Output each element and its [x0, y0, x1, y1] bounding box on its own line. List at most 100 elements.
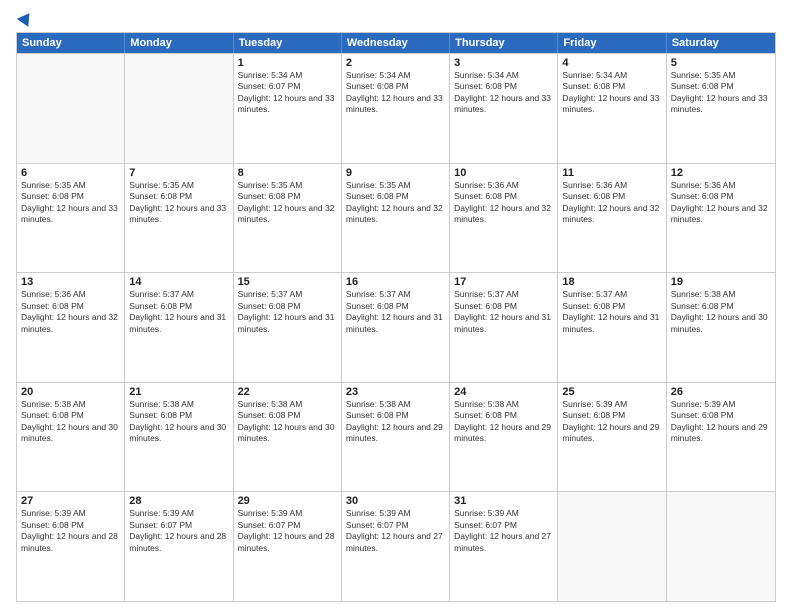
cal-cell: 8Sunrise: 5:35 AMSunset: 6:08 PMDaylight… [234, 164, 342, 273]
cell-info: Sunrise: 5:38 AMSunset: 6:08 PMDaylight:… [129, 399, 228, 445]
cell-info: Sunrise: 5:35 AMSunset: 6:08 PMDaylight:… [129, 180, 228, 226]
page: SundayMondayTuesdayWednesdayThursdayFrid… [0, 0, 792, 612]
cal-header-sunday: Sunday [17, 33, 125, 53]
cell-info: Sunrise: 5:36 AMSunset: 6:08 PMDaylight:… [562, 180, 661, 226]
cal-header-wednesday: Wednesday [342, 33, 450, 53]
cal-cell [17, 54, 125, 163]
cell-info: Sunrise: 5:36 AMSunset: 6:08 PMDaylight:… [21, 289, 120, 335]
day-number: 19 [671, 276, 771, 288]
cal-cell: 27Sunrise: 5:39 AMSunset: 6:08 PMDayligh… [17, 492, 125, 601]
cal-header-saturday: Saturday [667, 33, 775, 53]
cal-cell: 30Sunrise: 5:39 AMSunset: 6:07 PMDayligh… [342, 492, 450, 601]
day-number: 8 [238, 167, 337, 179]
cal-cell: 24Sunrise: 5:38 AMSunset: 6:08 PMDayligh… [450, 383, 558, 492]
cell-info: Sunrise: 5:38 AMSunset: 6:08 PMDaylight:… [454, 399, 553, 445]
cal-cell: 13Sunrise: 5:36 AMSunset: 6:08 PMDayligh… [17, 273, 125, 382]
cal-cell: 15Sunrise: 5:37 AMSunset: 6:08 PMDayligh… [234, 273, 342, 382]
day-number: 5 [671, 57, 771, 69]
cell-info: Sunrise: 5:37 AMSunset: 6:08 PMDaylight:… [346, 289, 445, 335]
cell-info: Sunrise: 5:36 AMSunset: 6:08 PMDaylight:… [454, 180, 553, 226]
cell-info: Sunrise: 5:39 AMSunset: 6:07 PMDaylight:… [129, 508, 228, 554]
cal-cell: 14Sunrise: 5:37 AMSunset: 6:08 PMDayligh… [125, 273, 233, 382]
day-number: 30 [346, 495, 445, 507]
day-number: 7 [129, 167, 228, 179]
day-number: 25 [562, 386, 661, 398]
cal-cell: 25Sunrise: 5:39 AMSunset: 6:08 PMDayligh… [558, 383, 666, 492]
day-number: 15 [238, 276, 337, 288]
cal-cell: 1Sunrise: 5:34 AMSunset: 6:07 PMDaylight… [234, 54, 342, 163]
day-number: 20 [21, 386, 120, 398]
cal-cell: 22Sunrise: 5:38 AMSunset: 6:08 PMDayligh… [234, 383, 342, 492]
day-number: 17 [454, 276, 553, 288]
cell-info: Sunrise: 5:34 AMSunset: 6:08 PMDaylight:… [454, 70, 553, 116]
calendar: SundayMondayTuesdayWednesdayThursdayFrid… [16, 32, 776, 602]
cal-cell [558, 492, 666, 601]
calendar-body: 1Sunrise: 5:34 AMSunset: 6:07 PMDaylight… [17, 53, 775, 601]
cal-cell: 2Sunrise: 5:34 AMSunset: 6:08 PMDaylight… [342, 54, 450, 163]
cal-cell: 20Sunrise: 5:38 AMSunset: 6:08 PMDayligh… [17, 383, 125, 492]
cal-cell: 6Sunrise: 5:35 AMSunset: 6:08 PMDaylight… [17, 164, 125, 273]
cal-cell: 16Sunrise: 5:37 AMSunset: 6:08 PMDayligh… [342, 273, 450, 382]
cal-week-3: 13Sunrise: 5:36 AMSunset: 6:08 PMDayligh… [17, 272, 775, 382]
day-number: 16 [346, 276, 445, 288]
day-number: 11 [562, 167, 661, 179]
cal-week-2: 6Sunrise: 5:35 AMSunset: 6:08 PMDaylight… [17, 163, 775, 273]
cal-week-4: 20Sunrise: 5:38 AMSunset: 6:08 PMDayligh… [17, 382, 775, 492]
cell-info: Sunrise: 5:37 AMSunset: 6:08 PMDaylight:… [562, 289, 661, 335]
cell-info: Sunrise: 5:39 AMSunset: 6:08 PMDaylight:… [562, 399, 661, 445]
cell-info: Sunrise: 5:38 AMSunset: 6:08 PMDaylight:… [346, 399, 445, 445]
day-number: 10 [454, 167, 553, 179]
cal-cell: 26Sunrise: 5:39 AMSunset: 6:08 PMDayligh… [667, 383, 775, 492]
cal-cell [125, 54, 233, 163]
cell-info: Sunrise: 5:38 AMSunset: 6:08 PMDaylight:… [238, 399, 337, 445]
day-number: 23 [346, 386, 445, 398]
cal-cell: 7Sunrise: 5:35 AMSunset: 6:08 PMDaylight… [125, 164, 233, 273]
cal-cell: 9Sunrise: 5:35 AMSunset: 6:08 PMDaylight… [342, 164, 450, 273]
cell-info: Sunrise: 5:37 AMSunset: 6:08 PMDaylight:… [454, 289, 553, 335]
day-number: 1 [238, 57, 337, 69]
day-number: 14 [129, 276, 228, 288]
calendar-header-row: SundayMondayTuesdayWednesdayThursdayFrid… [17, 33, 775, 53]
cell-info: Sunrise: 5:35 AMSunset: 6:08 PMDaylight:… [21, 180, 120, 226]
cal-cell: 21Sunrise: 5:38 AMSunset: 6:08 PMDayligh… [125, 383, 233, 492]
day-number: 4 [562, 57, 661, 69]
cal-cell: 4Sunrise: 5:34 AMSunset: 6:08 PMDaylight… [558, 54, 666, 163]
cal-week-1: 1Sunrise: 5:34 AMSunset: 6:07 PMDaylight… [17, 53, 775, 163]
day-number: 9 [346, 167, 445, 179]
cal-cell: 29Sunrise: 5:39 AMSunset: 6:07 PMDayligh… [234, 492, 342, 601]
cal-header-monday: Monday [125, 33, 233, 53]
cal-cell: 17Sunrise: 5:37 AMSunset: 6:08 PMDayligh… [450, 273, 558, 382]
cal-cell: 10Sunrise: 5:36 AMSunset: 6:08 PMDayligh… [450, 164, 558, 273]
cell-info: Sunrise: 5:34 AMSunset: 6:08 PMDaylight:… [562, 70, 661, 116]
cal-week-5: 27Sunrise: 5:39 AMSunset: 6:08 PMDayligh… [17, 491, 775, 601]
day-number: 27 [21, 495, 120, 507]
cal-cell: 11Sunrise: 5:36 AMSunset: 6:08 PMDayligh… [558, 164, 666, 273]
day-number: 2 [346, 57, 445, 69]
cell-info: Sunrise: 5:34 AMSunset: 6:07 PMDaylight:… [238, 70, 337, 116]
cell-info: Sunrise: 5:38 AMSunset: 6:08 PMDaylight:… [21, 399, 120, 445]
cell-info: Sunrise: 5:35 AMSunset: 6:08 PMDaylight:… [238, 180, 337, 226]
cal-cell: 19Sunrise: 5:38 AMSunset: 6:08 PMDayligh… [667, 273, 775, 382]
day-number: 22 [238, 386, 337, 398]
day-number: 3 [454, 57, 553, 69]
cal-cell: 31Sunrise: 5:39 AMSunset: 6:07 PMDayligh… [450, 492, 558, 601]
cal-cell: 18Sunrise: 5:37 AMSunset: 6:08 PMDayligh… [558, 273, 666, 382]
day-number: 29 [238, 495, 337, 507]
day-number: 24 [454, 386, 553, 398]
day-number: 13 [21, 276, 120, 288]
day-number: 12 [671, 167, 771, 179]
cell-info: Sunrise: 5:35 AMSunset: 6:08 PMDaylight:… [671, 70, 771, 116]
cell-info: Sunrise: 5:39 AMSunset: 6:07 PMDaylight:… [454, 508, 553, 554]
cell-info: Sunrise: 5:39 AMSunset: 6:07 PMDaylight:… [238, 508, 337, 554]
day-number: 31 [454, 495, 553, 507]
day-number: 6 [21, 167, 120, 179]
cell-info: Sunrise: 5:35 AMSunset: 6:08 PMDaylight:… [346, 180, 445, 226]
cell-info: Sunrise: 5:39 AMSunset: 6:07 PMDaylight:… [346, 508, 445, 554]
cal-cell: 23Sunrise: 5:38 AMSunset: 6:08 PMDayligh… [342, 383, 450, 492]
cal-cell: 5Sunrise: 5:35 AMSunset: 6:08 PMDaylight… [667, 54, 775, 163]
cal-cell: 28Sunrise: 5:39 AMSunset: 6:07 PMDayligh… [125, 492, 233, 601]
cell-info: Sunrise: 5:39 AMSunset: 6:08 PMDaylight:… [671, 399, 771, 445]
cal-cell [667, 492, 775, 601]
cal-header-friday: Friday [558, 33, 666, 53]
day-number: 26 [671, 386, 771, 398]
